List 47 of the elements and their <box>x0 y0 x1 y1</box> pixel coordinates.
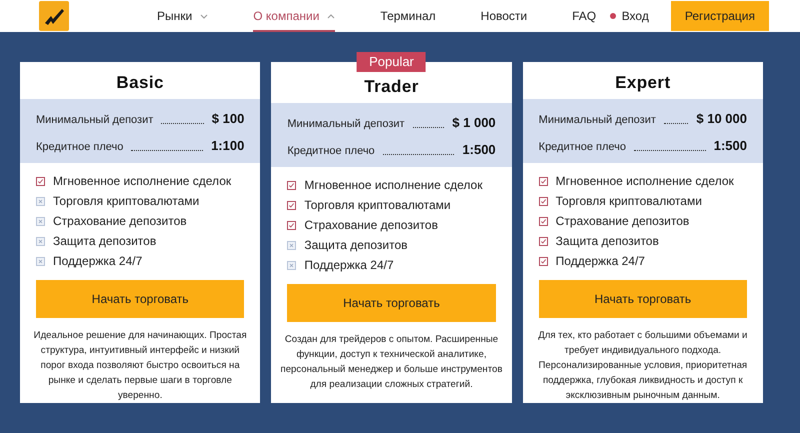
feature-label: Поддержка 24/7 <box>53 253 142 270</box>
chevron-icon <box>327 14 336 18</box>
stat-value: $ 1 000 <box>452 114 496 132</box>
feature-label: Защита депозитов <box>53 233 156 250</box>
stat-label: Минимальный депозит <box>538 112 656 128</box>
nav-link[interactable]: FAQ <box>572 0 596 32</box>
plan-title: Expert <box>615 73 671 93</box>
stat-value: $ 10 000 <box>696 110 747 128</box>
feature-label: Страхование депозитов <box>53 213 187 230</box>
chevron-icon <box>200 14 208 18</box>
stat-label: Кредитное плечо <box>287 144 375 158</box>
stat-value: 1:500 <box>714 136 747 154</box>
feature-label: Защита депозитов <box>556 233 659 250</box>
feature-label: Страхование депозитов <box>304 217 438 234</box>
stat-value: 1:500 <box>462 140 496 158</box>
start-trading-button[interactable]: Начать торговать <box>287 284 496 322</box>
nav-link[interactable]: Терминал <box>380 0 436 32</box>
stat-label: Минимальный депозит <box>287 116 405 132</box>
start-trading-button[interactable]: Начать торговать <box>538 280 747 318</box>
feature-label: Страхование депозитов <box>556 213 690 230</box>
login-link[interactable]: Вход <box>622 7 649 25</box>
feature-label: Защита депозитов <box>304 237 408 254</box>
feature-label: Поддержка 24/7 <box>556 253 645 270</box>
plan-description: Для тех, кто работает с большими объемами и требует индивидуального подхода. Персонализированные условия, приоритетная поддержка, глубокая ликвидность и доступ к эксклюзивным рыночным данным. <box>537 329 748 403</box>
plan-title: Basic <box>116 73 164 93</box>
plan-description: Идеальное решение для начинающих. Простая структура, интуитивный интерфейс и низкий порог входа позволяют быстро освоиться на рынке и сделать первые шаги в торговле уверенно. <box>32 329 248 403</box>
feature-label: Поддержка 24/7 <box>304 257 394 274</box>
plan-description: Создан для трейдеров с опытом. Расширенные функции, доступ к технической аналитике, персональный менеджер и больше инструментов для реализации сложных стратегий. <box>280 333 504 392</box>
stat-label: Кредитное плечо <box>538 140 626 154</box>
nav-link[interactable]: Рынки <box>157 0 208 32</box>
register-button[interactable]: Регистрация <box>670 1 769 31</box>
popular-badge: Popular <box>357 52 426 72</box>
feature-label: Торговля криптовалютами <box>53 193 200 210</box>
stat-value: 1:100 <box>211 136 244 154</box>
nav-link[interactable]: Новости <box>480 0 528 32</box>
stat-value: $ 100 <box>212 110 244 128</box>
start-trading-button[interactable]: Начать торговать <box>36 280 244 318</box>
nav-link[interactable]: О компании <box>253 0 336 32</box>
stat-label: Кредитное плечо <box>36 140 124 154</box>
stat-label: Минимальный депозит <box>36 112 154 128</box>
feature-label: Мгновенное исполнение сделок <box>556 173 734 190</box>
logo-icon[interactable] <box>39 1 69 31</box>
feature-label: Мгновенное исполнение сделок <box>53 173 232 190</box>
feature-label: Мгновенное исполнение сделок <box>304 177 482 194</box>
plan-title: Trader <box>364 77 419 97</box>
feature-label: Торговля криптовалютами <box>556 193 702 210</box>
feature-label: Торговля криптовалютами <box>304 197 451 214</box>
